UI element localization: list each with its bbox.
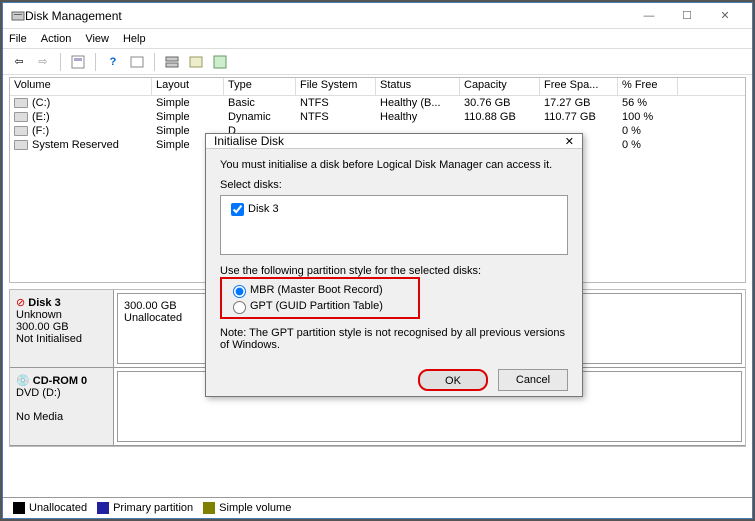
help-icon[interactable]: ? [103, 52, 123, 72]
col-status[interactable]: Status [376, 78, 460, 95]
drive-icon [14, 126, 28, 136]
disk3-checkbox[interactable] [231, 203, 244, 216]
col-layout[interactable]: Layout [152, 78, 224, 95]
disk-header: 💿 CD-ROM 0DVD (D:)No Media [10, 368, 114, 445]
radio-mbr[interactable]: MBR (Master Boot Record) [228, 282, 412, 298]
disk-header: ⊘ Disk 3Unknown300.00 GBNot Initialised [10, 290, 114, 367]
disks-list[interactable]: Disk 3 [220, 195, 568, 255]
maximize-button[interactable]: ☐ [668, 4, 706, 28]
col-pct[interactable]: % Free [618, 78, 678, 95]
back-icon[interactable]: ⇦ [9, 52, 29, 72]
mbr-radio[interactable] [233, 285, 246, 298]
select-disks-label: Select disks: [220, 179, 568, 191]
drive-icon [14, 140, 28, 150]
col-fs[interactable]: File System [296, 78, 376, 95]
menubar: File Action View Help [3, 29, 752, 49]
window-title: Disk Management [25, 9, 630, 23]
initialise-disk-dialog: Initialise Disk ✕ You must initialise a … [205, 133, 583, 397]
titlebar: Disk Management — ☐ ✕ [3, 3, 752, 29]
menu-view[interactable]: View [85, 33, 109, 45]
swatch-unallocated [13, 502, 25, 514]
gpt-radio[interactable] [233, 301, 246, 314]
legend-unalloc: Unallocated [29, 502, 87, 514]
volume-row[interactable]: (E:)SimpleDynamicNTFSHealthy110.88 GB110… [10, 110, 745, 124]
dialog-titlebar: Initialise Disk ✕ [206, 134, 582, 149]
drive-icon [14, 98, 28, 108]
col-free[interactable]: Free Spa... [540, 78, 618, 95]
drive-icon [14, 112, 28, 122]
volumes-header: Volume Layout Type File System Status Ca… [10, 78, 745, 96]
partition-style-label: Use the following partition style for th… [220, 265, 568, 277]
app-icon [11, 9, 25, 23]
radio-gpt[interactable]: GPT (GUID Partition Table) [228, 298, 412, 314]
forward-icon[interactable]: ⇨ [33, 52, 53, 72]
toolbar: ⇦ ⇨ ? [3, 49, 752, 75]
swatch-simple [203, 502, 215, 514]
tool-icon-4[interactable] [186, 52, 206, 72]
menu-file[interactable]: File [9, 33, 27, 45]
window-controls: — ☐ ✕ [630, 4, 744, 28]
partition-style-group: MBR (Master Boot Record) GPT (GUID Parti… [220, 277, 420, 319]
tool-icon-1[interactable] [68, 52, 88, 72]
menu-help[interactable]: Help [123, 33, 146, 45]
legend-simple: Simple volume [219, 502, 291, 514]
col-capacity[interactable]: Capacity [460, 78, 540, 95]
main-window: Disk Management — ☐ ✕ File Action View H… [2, 2, 753, 519]
dialog-title: Initialise Disk [214, 134, 565, 148]
dialog-close-icon[interactable]: ✕ [565, 135, 574, 148]
close-button[interactable]: ✕ [706, 4, 744, 28]
legend-primary: Primary partition [113, 502, 193, 514]
volume-row[interactable]: (C:)SimpleBasicNTFSHealthy (B...30.76 GB… [10, 96, 745, 110]
ok-button[interactable]: OK [418, 369, 488, 391]
swatch-primary [97, 502, 109, 514]
tool-icon-2[interactable] [127, 52, 147, 72]
col-volume[interactable]: Volume [10, 78, 152, 95]
disk-checkbox-item[interactable]: Disk 3 [227, 203, 279, 215]
menu-action[interactable]: Action [41, 33, 72, 45]
dialog-message: You must initialise a disk before Logica… [220, 159, 568, 171]
cancel-button[interactable]: Cancel [498, 369, 568, 391]
minimize-button[interactable]: — [630, 4, 668, 28]
tool-icon-5[interactable] [210, 52, 230, 72]
dialog-note: Note: The GPT partition style is not rec… [220, 327, 568, 351]
col-type[interactable]: Type [224, 78, 296, 95]
legend: Unallocated Primary partition Simple vol… [3, 497, 752, 518]
tool-icon-3[interactable] [162, 52, 182, 72]
